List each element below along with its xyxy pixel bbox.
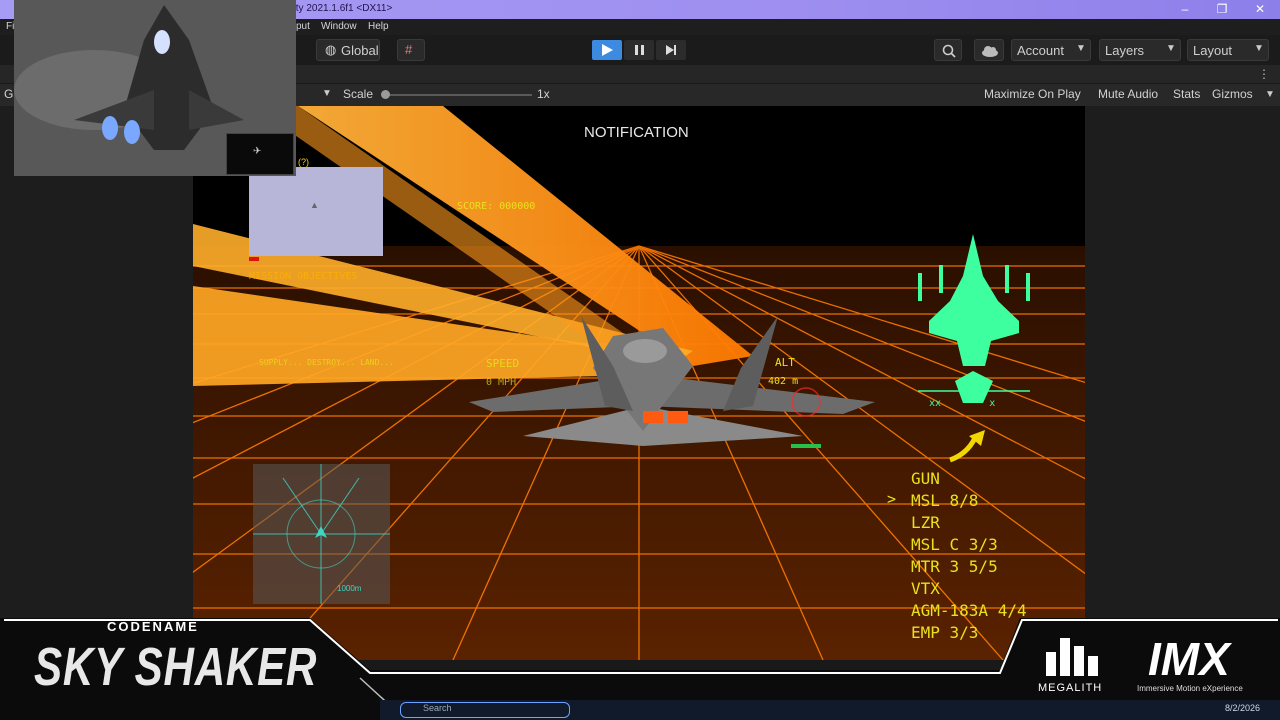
score-readout: SCORE: 000000 — [457, 201, 536, 212]
hardpoint-marks: xx x — [929, 398, 996, 409]
imx-tagline: Immersive Motion eXperience — [1137, 684, 1243, 693]
globe-icon: ◍ — [325, 42, 337, 57]
radar-range-label: 1000m — [337, 584, 362, 593]
right-editor-background — [1085, 106, 1280, 620]
notification-banner: NOTIFICATION — [584, 124, 689, 141]
mute-audio-toggle[interactable]: Mute Audio — [1098, 87, 1158, 101]
target-health-bar — [791, 444, 821, 448]
play-icon — [602, 44, 613, 56]
layout-dropdown[interactable]: Layout ▼ — [1187, 39, 1269, 61]
window-title: nity 2021.1.6f1 <DX11> — [288, 3, 393, 14]
layout-label: Layout — [1193, 43, 1233, 58]
speed-label: SPEED — [486, 357, 520, 370]
weapon-item: GUN — [911, 469, 940, 488]
step-icon — [666, 45, 676, 55]
pivot-global-toggle[interactable]: ◍ Global — [316, 39, 380, 61]
turn-arrow-icon — [949, 430, 985, 463]
radar-panel: 1000m — [253, 464, 390, 604]
aircraft-status-display — [918, 234, 1030, 403]
chevron-down-icon: ▼ — [1076, 43, 1086, 54]
step-button[interactable] — [656, 40, 686, 60]
altitude-label: ALT — [775, 356, 795, 369]
menu-input[interactable]: put — [296, 21, 310, 32]
stats-toggle[interactable]: Stats — [1173, 87, 1200, 101]
maximize-on-play-toggle[interactable]: Maximize On Play — [984, 87, 1081, 101]
taskbar-search-box[interactable]: Search — [400, 702, 570, 718]
menu-help[interactable]: Help — [368, 21, 389, 32]
cloud-button[interactable] — [974, 39, 1004, 61]
chevron-down-icon: ▼ — [1166, 43, 1176, 54]
scale-slider-handle[interactable] — [381, 90, 390, 99]
weapon-select-cursor: > — [887, 490, 897, 508]
scale-value: 1x — [537, 87, 550, 101]
taskbar-date: 8/2/2026 — [1225, 703, 1261, 713]
weapon-item: MTR 3 5/5 — [911, 557, 998, 576]
pause-icon — [635, 45, 644, 55]
mission-objectives-heading: MISSION OBJECTIVES — [249, 271, 358, 282]
close-button[interactable]: ✕ — [1243, 0, 1277, 19]
account-label: Account — [1017, 43, 1064, 58]
jet-silhouette-icon: ✈ — [253, 146, 262, 157]
minimap-marker-label: (?) — [298, 157, 309, 167]
game-view-canvas[interactable]: NOTIFICATION SCORE: 000000 ▲ (?) MISSION… — [193, 106, 1085, 660]
scale-label: Scale — [343, 87, 374, 101]
player-marker-icon: ▲ — [310, 200, 319, 210]
more-options-icon[interactable]: ⋮ — [1258, 67, 1270, 81]
chevron-down-icon: ▼ — [1254, 43, 1264, 54]
weapon-item: LZR — [911, 513, 940, 532]
webcam-overlay: ✈ — [14, 0, 296, 176]
grid-snap-icon: # — [405, 42, 413, 57]
weapon-item: MSL C 3/3 — [911, 535, 998, 554]
megalith-logo-icon — [1046, 638, 1098, 676]
pause-button[interactable] — [624, 40, 654, 60]
menu-window[interactable]: Window — [321, 21, 357, 32]
layers-label: Layers — [1105, 43, 1145, 58]
cloud-icon — [982, 46, 998, 57]
chevron-down-icon[interactable]: ▼ — [1265, 89, 1275, 100]
search-button[interactable] — [934, 39, 962, 61]
game-title-logo: SKY SHAKER — [34, 637, 318, 697]
chevron-down-icon[interactable]: ▼ — [322, 88, 332, 99]
global-label: Global — [341, 43, 379, 58]
weapon-item: MSL 8/8 — [911, 491, 979, 510]
restore-button[interactable]: ❐ — [1205, 0, 1239, 19]
snap-grid-button[interactable]: # — [397, 39, 425, 61]
windows-taskbar: Search 8/2/2026 — [380, 700, 1280, 720]
codename-label: CODENAME — [107, 619, 199, 634]
mission-objective-line: SUPPLY... DESTROY... LAND... — [259, 358, 394, 367]
health-indicator — [249, 257, 259, 261]
minimap: ▲ — [249, 167, 383, 256]
taskbar-search-label: Search — [423, 703, 452, 713]
gizmos-dropdown[interactable]: Gizmos — [1212, 87, 1253, 101]
scale-slider-track[interactable] — [384, 94, 532, 96]
megalith-wordmark: MEGALITH — [1038, 682, 1103, 694]
radar-scope — [253, 464, 390, 604]
imx-logo: IMX — [1148, 633, 1230, 685]
speed-value: 0 MPH — [486, 377, 517, 388]
play-button[interactable] — [592, 40, 622, 60]
weapon-item: VTX — [911, 579, 940, 598]
left-editor-background — [0, 106, 193, 620]
minimize-button[interactable]: – — [1168, 0, 1202, 19]
search-icon — [942, 44, 956, 58]
webcam-inset-preview: ✈ — [226, 133, 294, 175]
layers-dropdown[interactable]: Layers ▼ — [1099, 39, 1181, 61]
account-dropdown[interactable]: Account ▼ — [1011, 39, 1091, 61]
altitude-value: 402 m — [768, 376, 799, 387]
